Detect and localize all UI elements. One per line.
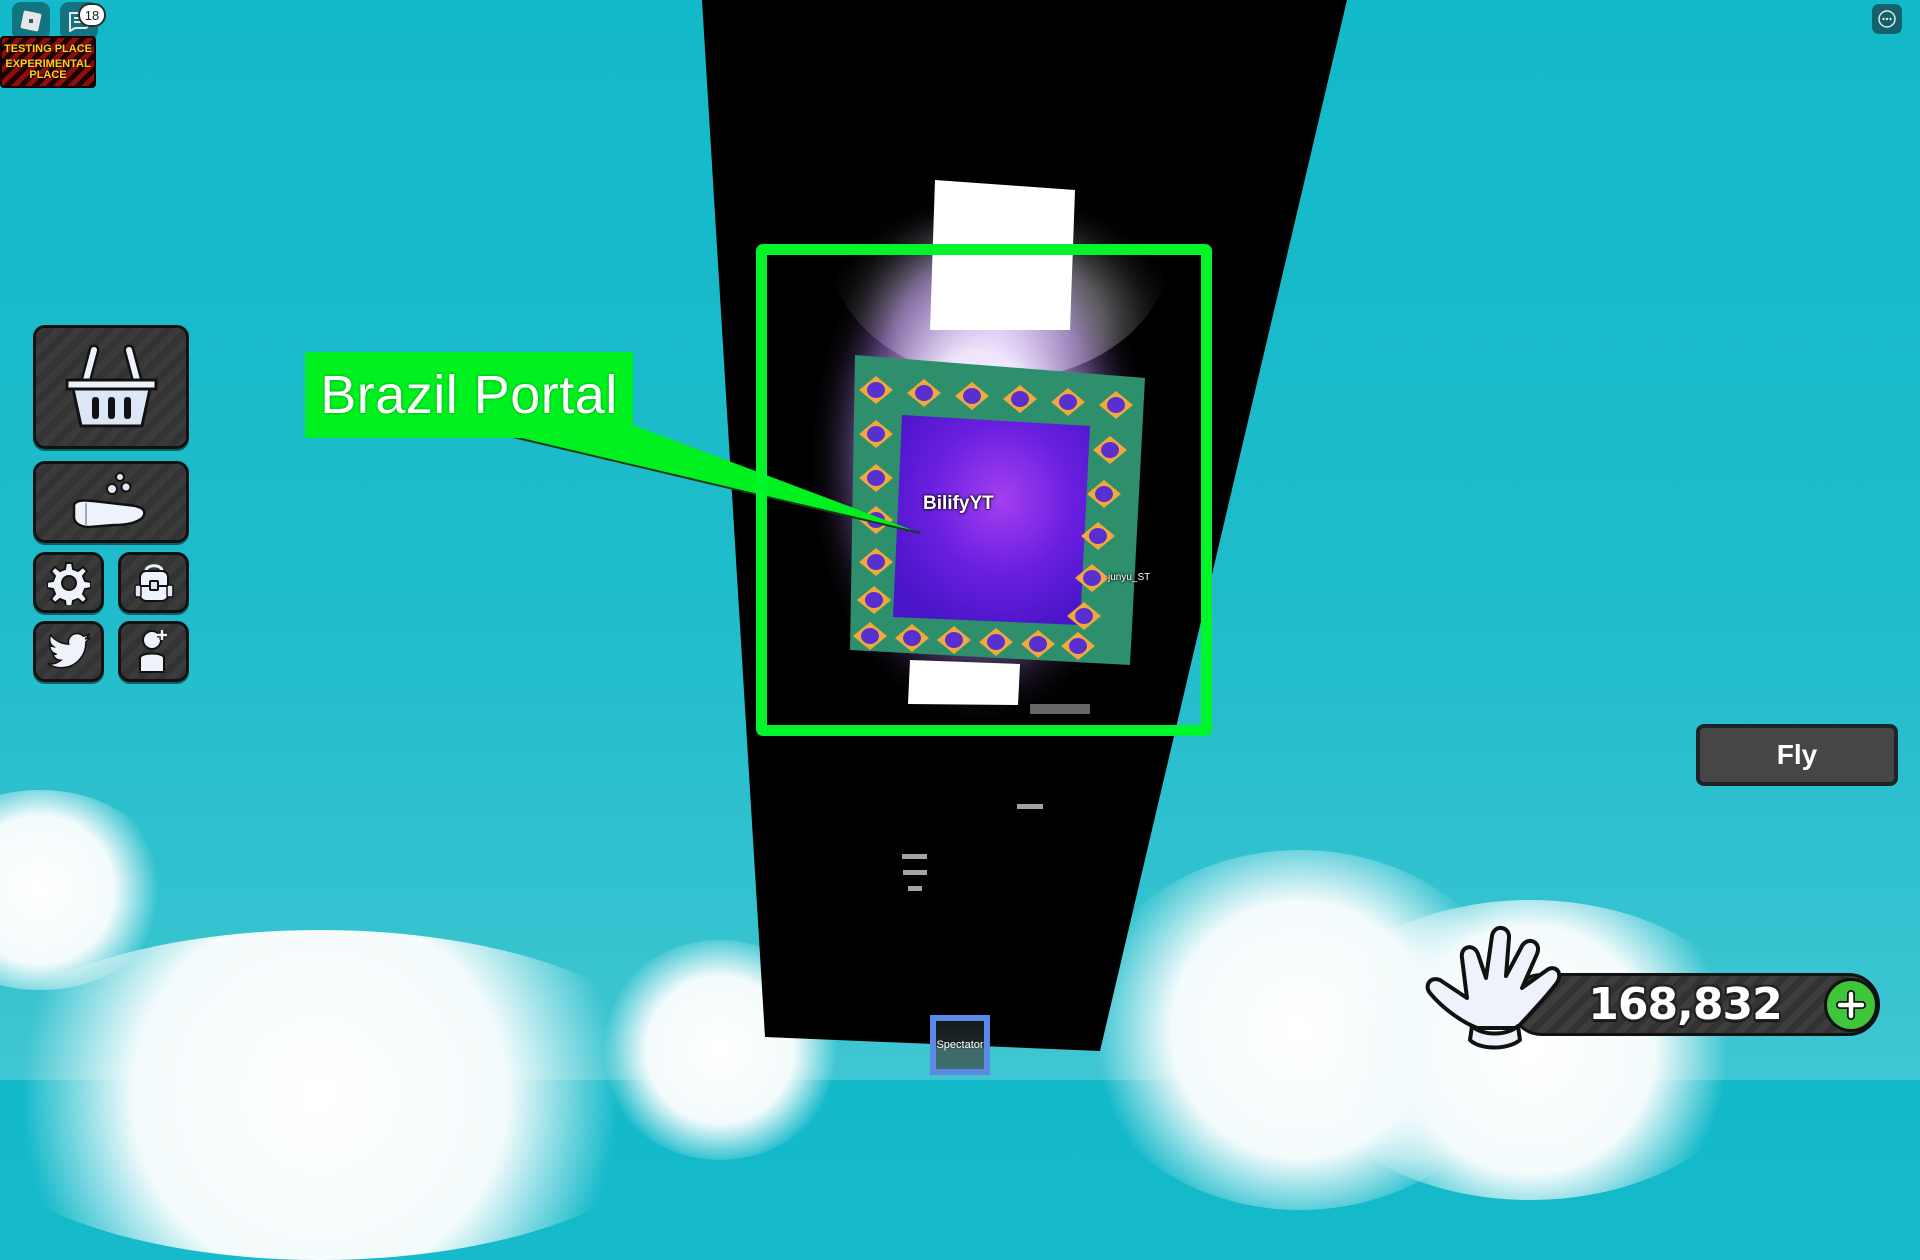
player-nametag: BilifyYT: [923, 493, 994, 514]
distant-nametag: [902, 854, 927, 859]
fly-button[interactable]: Fly: [1696, 724, 1898, 786]
portal-label: Brazil Portal: [305, 352, 633, 438]
spectator-button[interactable]: Spectator: [930, 1015, 990, 1075]
portal-highlight-frame: [756, 244, 1212, 736]
distant-nametag: [1017, 804, 1043, 809]
distant-nametag: [903, 870, 927, 875]
currency-value: 168,832: [1588, 979, 1782, 1030]
distant-nametag: [908, 886, 922, 891]
add-currency-button[interactable]: [1824, 978, 1878, 1032]
plus-icon: [1836, 990, 1866, 1020]
other-player-nametag: junyu_ST: [1108, 572, 1151, 583]
portal-label-text: Brazil Portal: [320, 365, 618, 425]
glove-icon: [1425, 926, 1562, 1050]
